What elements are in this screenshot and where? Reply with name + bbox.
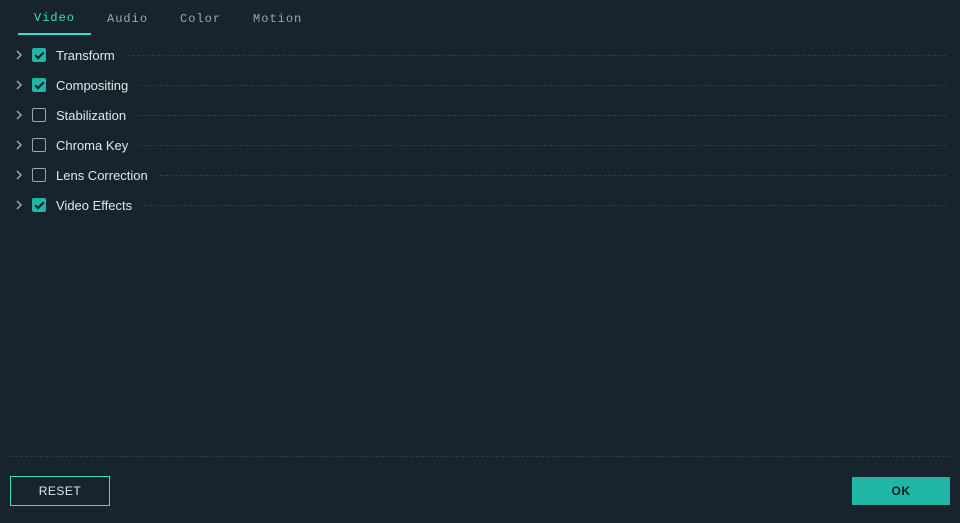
checkbox-compositing[interactable] <box>32 78 46 92</box>
divider-dashed <box>160 175 946 176</box>
checkbox-video-effects[interactable] <box>32 198 46 212</box>
section-label: Transform <box>56 48 115 63</box>
video-properties-panel: VideoAudioColorMotion Transform Compositi… <box>0 0 960 523</box>
section-row-video-effects[interactable]: Video Effects <box>10 190 950 220</box>
ok-button[interactable]: OK <box>852 477 950 505</box>
section-row-lens-correction[interactable]: Lens Correction <box>10 160 950 190</box>
checkbox-lens-correction[interactable] <box>32 168 46 182</box>
chevron-right-icon[interactable] <box>10 80 28 90</box>
section-label: Chroma Key <box>56 138 128 153</box>
section-row-stabilization[interactable]: Stabilization <box>10 100 950 130</box>
tab-color[interactable]: Color <box>164 4 237 34</box>
checkbox-transform[interactable] <box>32 48 46 62</box>
tab-video[interactable]: Video <box>18 3 91 35</box>
checkbox-stabilization[interactable] <box>32 108 46 122</box>
section-label: Compositing <box>56 78 128 93</box>
section-row-transform[interactable]: Transform <box>10 40 950 70</box>
section-row-compositing[interactable]: Compositing <box>10 70 950 100</box>
chevron-right-icon[interactable] <box>10 110 28 120</box>
divider-dashed <box>127 55 946 56</box>
divider-dashed <box>144 205 946 206</box>
section-label: Lens Correction <box>56 168 148 183</box>
section-label: Video Effects <box>56 198 132 213</box>
divider-dashed <box>138 115 946 116</box>
chevron-right-icon[interactable] <box>10 170 28 180</box>
footer-bar: RESET OK <box>10 456 950 523</box>
divider-dashed <box>140 145 946 146</box>
divider-dashed <box>140 85 946 86</box>
section-label: Stabilization <box>56 108 126 123</box>
reset-button[interactable]: RESET <box>10 476 110 506</box>
sections-list: Transform Compositing Stabilization Chroma … <box>10 34 950 456</box>
tab-bar: VideoAudioColorMotion <box>10 4 950 34</box>
chevron-right-icon[interactable] <box>10 200 28 210</box>
section-row-chroma-key[interactable]: Chroma Key <box>10 130 950 160</box>
tab-audio[interactable]: Audio <box>91 4 164 34</box>
chevron-right-icon[interactable] <box>10 50 28 60</box>
tab-motion[interactable]: Motion <box>237 4 318 34</box>
chevron-right-icon[interactable] <box>10 140 28 150</box>
checkbox-chroma-key[interactable] <box>32 138 46 152</box>
